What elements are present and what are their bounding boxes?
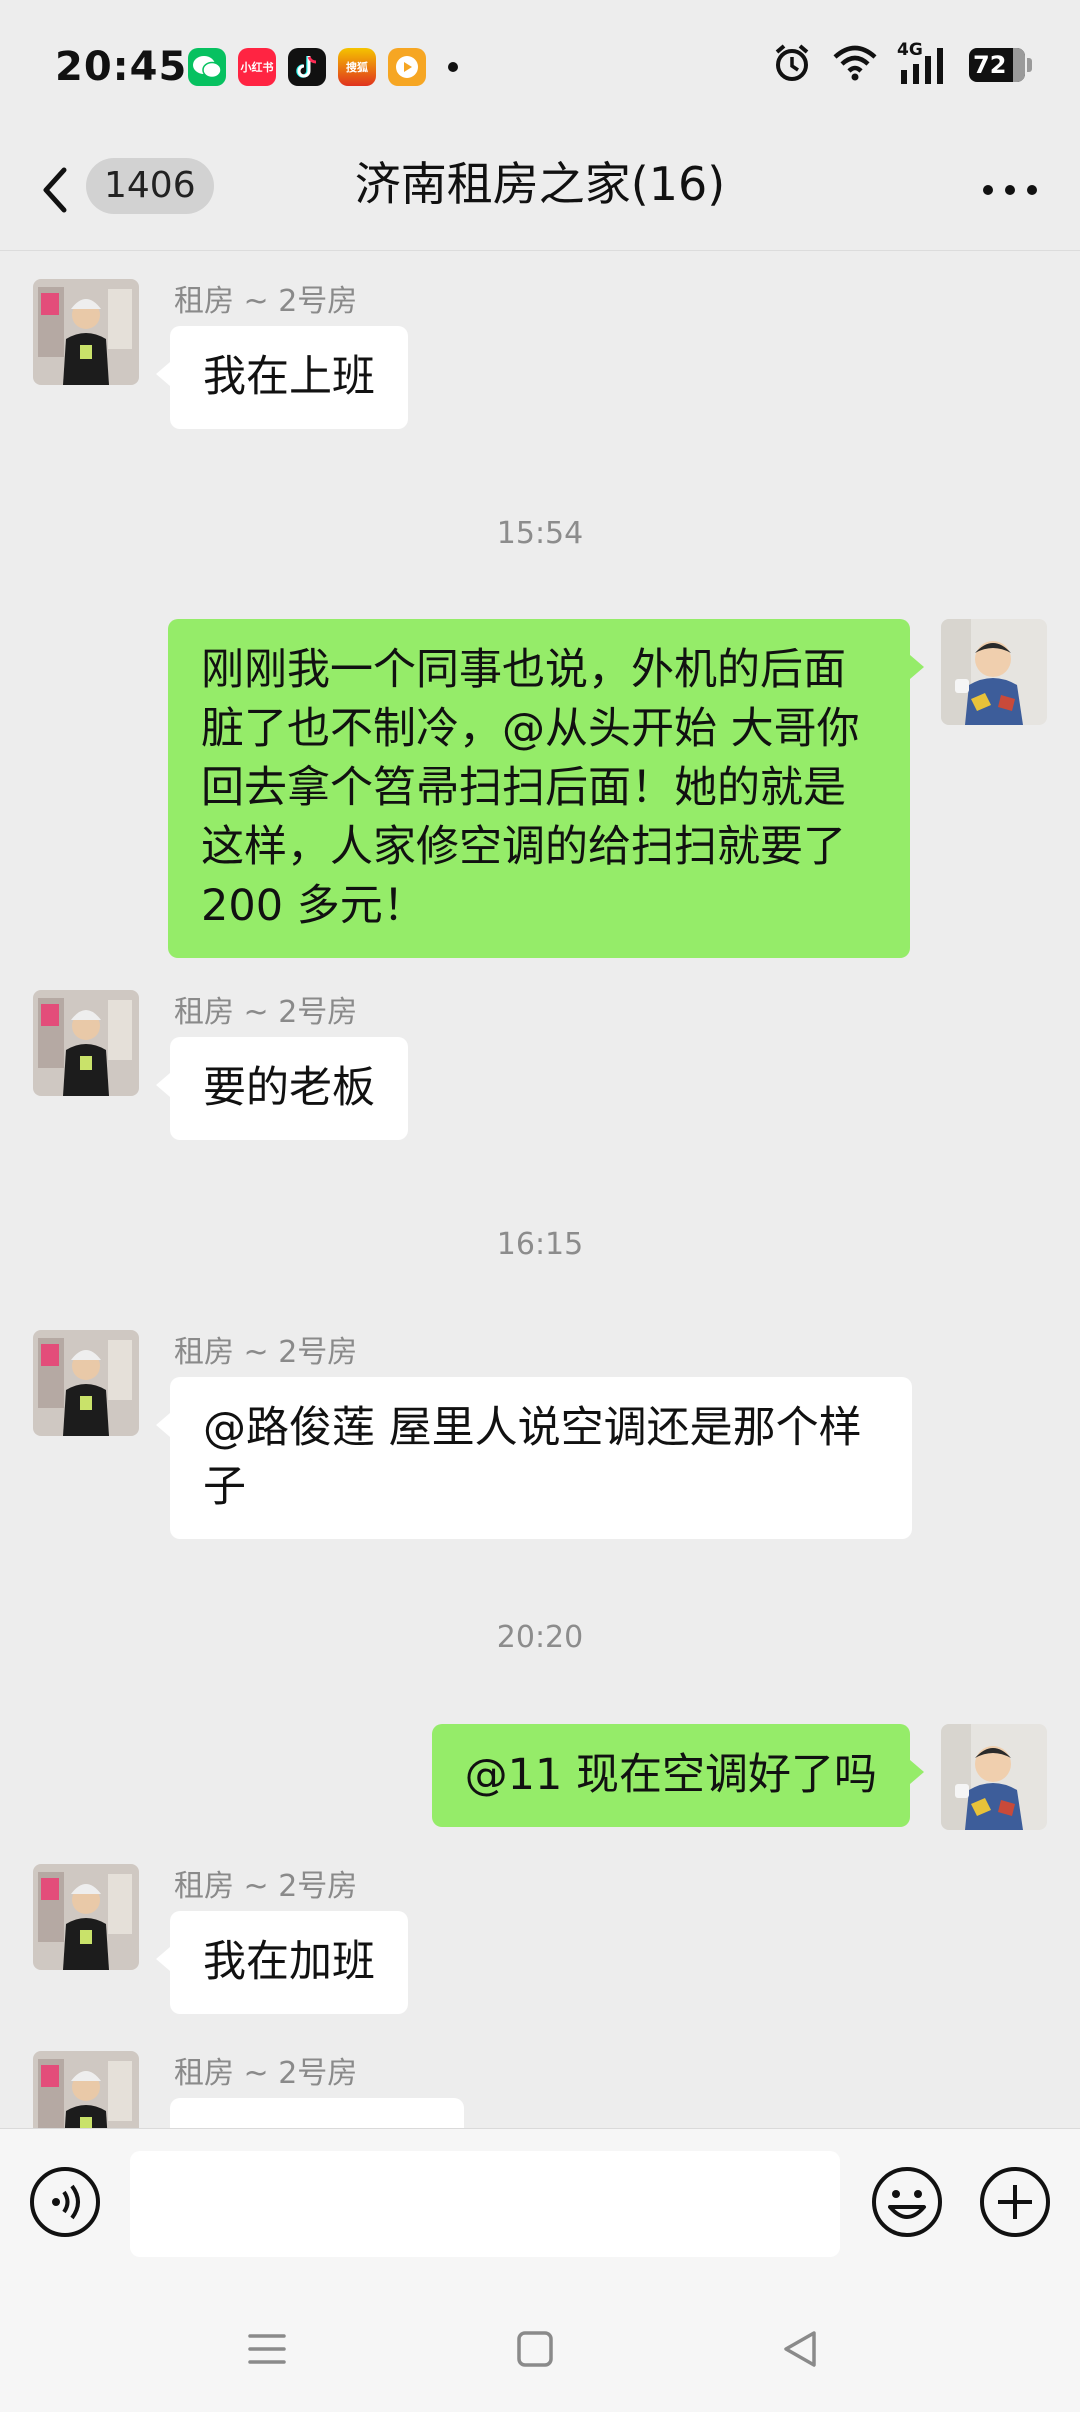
video-app-icon bbox=[388, 48, 426, 86]
cellular-signal-icon: 4G bbox=[897, 40, 951, 86]
message-bubble-self[interactable]: @11 现在空调好了吗 bbox=[431, 1724, 925, 1827]
message-bubble[interactable]: 我在上班 bbox=[156, 326, 408, 429]
battery-icon: 72 bbox=[969, 48, 1032, 82]
timestamp: 20:20 bbox=[496, 1620, 584, 1655]
message-bubble[interactable]: 要的老板 bbox=[156, 1037, 408, 1140]
sender-name: 租房 ~ 2号房 bbox=[174, 1869, 358, 1904]
timestamp: 16:15 bbox=[496, 1227, 584, 1262]
douyin-icon bbox=[288, 48, 326, 86]
chat-title: 济南租房之家(16) bbox=[354, 157, 726, 211]
status-bar: 20:45 小红书 搜狐 4G 72 bbox=[0, 0, 1080, 130]
my-avatar[interactable] bbox=[941, 619, 1047, 725]
battery-level: 72 bbox=[973, 51, 1007, 79]
wifi-icon bbox=[831, 43, 879, 87]
plus-icon[interactable] bbox=[978, 2165, 1052, 2239]
sender-avatar[interactable] bbox=[33, 1330, 139, 1436]
xiaohongshu-icon: 小红书 bbox=[238, 48, 276, 86]
chat-header: 1406 济南租房之家(16) bbox=[0, 130, 1080, 251]
menu-icon[interactable] bbox=[242, 2324, 292, 2374]
message-bubble-self[interactable]: 刚刚我一个同事也说，外机的后面脏了也不制冷，@从头开始 大哥你回去拿个笤帚扫扫后… bbox=[168, 619, 924, 958]
alarm-icon bbox=[771, 42, 813, 88]
system-status-icons: 4G 72 bbox=[771, 40, 1032, 88]
sender-name: 租房 ~ 2号房 bbox=[174, 2056, 358, 2091]
home-icon[interactable] bbox=[510, 2324, 560, 2374]
search-app-icon: 搜狐 bbox=[338, 48, 376, 86]
sender-name: 租房 ~ 2号房 bbox=[174, 995, 358, 1030]
sender-name: 租房 ~ 2号房 bbox=[174, 284, 358, 319]
emoji-icon[interactable] bbox=[870, 2165, 944, 2239]
timestamp: 15:54 bbox=[496, 516, 584, 551]
more-notifications-dot bbox=[448, 62, 458, 72]
chat-input-bar bbox=[0, 2128, 1080, 2283]
xiaohongshu-logo-text: 小红书 bbox=[240, 61, 274, 74]
search-app-logo-text: 搜狐 bbox=[346, 61, 368, 74]
status-time: 20:45 bbox=[55, 44, 188, 90]
more-options-icon[interactable] bbox=[980, 170, 1040, 210]
wechat-icon bbox=[188, 48, 226, 86]
voice-input-icon[interactable] bbox=[28, 2165, 102, 2239]
message-bubble[interactable]: 我在加班 bbox=[156, 1911, 408, 2014]
back-triangle-icon[interactable] bbox=[776, 2324, 826, 2374]
sender-name: 租房 ~ 2号房 bbox=[174, 1335, 358, 1370]
message-input[interactable] bbox=[130, 2151, 840, 2257]
system-navigation-bar bbox=[0, 2282, 1080, 2412]
sender-avatar[interactable] bbox=[33, 279, 139, 385]
notification-icons: 小红书 搜狐 bbox=[188, 48, 458, 86]
my-avatar[interactable] bbox=[941, 1724, 1047, 1830]
sender-avatar[interactable] bbox=[33, 1864, 139, 1970]
sender-avatar[interactable] bbox=[33, 990, 139, 1096]
message-bubble[interactable]: @路俊莲 屋里人说空调还是那个样子 bbox=[156, 1377, 912, 1539]
